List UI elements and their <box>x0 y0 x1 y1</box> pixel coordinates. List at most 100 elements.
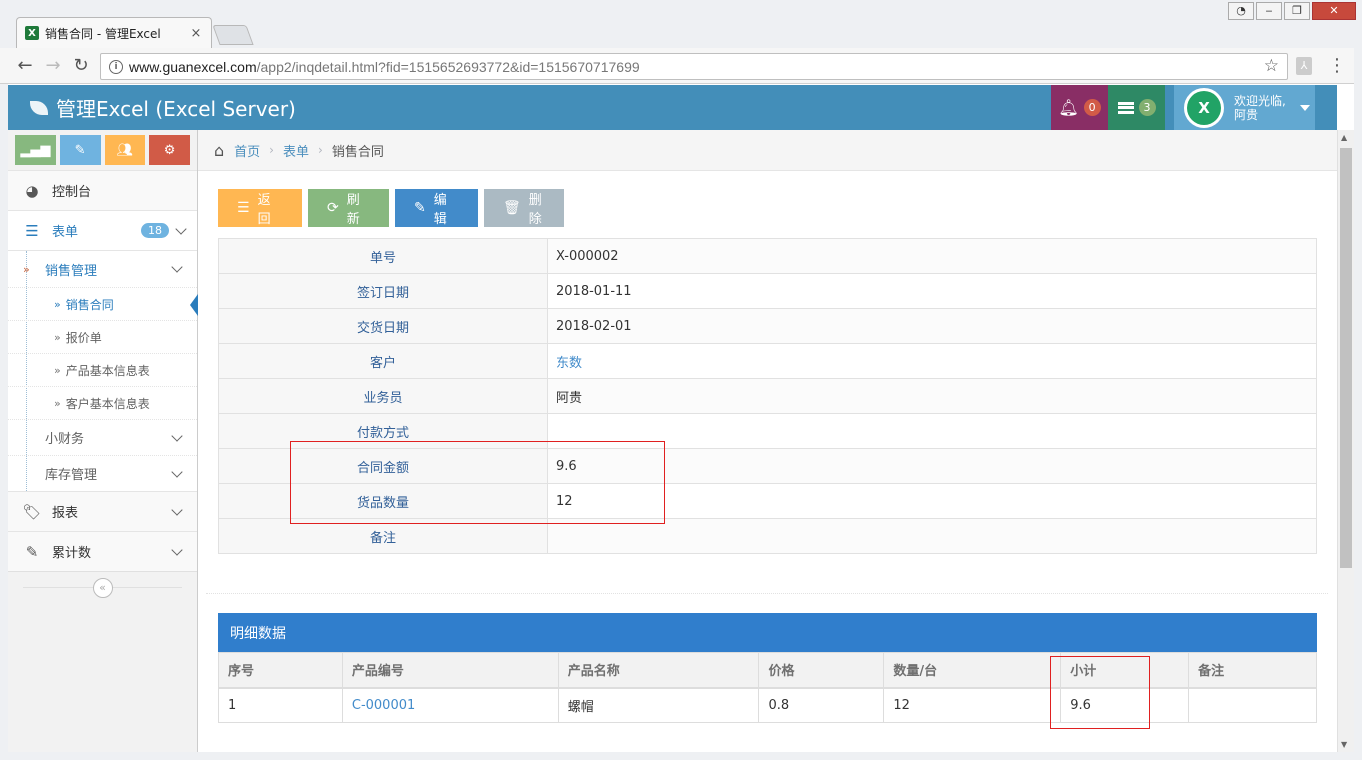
minimize-button[interactable]: ‒ <box>1256 2 1282 20</box>
record-row: 合同金额 9.6 <box>218 448 1317 484</box>
shortcut-users-button[interactable]: 👥︎ <box>104 135 146 165</box>
column-header: 价格 <box>758 652 885 689</box>
record-row: 付款方式 <box>218 413 1317 449</box>
leaf-icon <box>30 100 48 115</box>
brand-logo[interactable]: 管理Excel (Excel Server) <box>30 85 296 130</box>
scroll-up-icon[interactable]: ▲ <box>1341 133 1347 142</box>
refresh-button[interactable]: ⟳ 刷新 <box>308 189 389 227</box>
record-label: 签订日期 <box>218 273 548 309</box>
tasks-button[interactable]: 3 <box>1108 85 1165 130</box>
detail-widget: 明细数据 序号 产品编号 产品名称 价格 数量/台 小计 备注 1 C-000001 螺帽 0.8… <box>218 613 1317 723</box>
url-host: www.guanexcel.com <box>129 58 257 75</box>
maximize-button[interactable]: ❐ <box>1284 2 1310 20</box>
sidebar-item-label: 销售管理 <box>45 263 98 279</box>
home-icon: ⌂ <box>214 140 225 160</box>
notifications-button[interactable]: 🔔︎ 0 <box>1051 85 1108 130</box>
scroll-down-icon[interactable]: ▼ <box>1341 740 1347 749</box>
user-menu[interactable]: X 欢迎光临, 阿贵 <box>1174 85 1315 130</box>
record-value: 2018-01-11 <box>547 273 1317 309</box>
back-arrow-icon[interactable]: ← <box>14 55 36 77</box>
table-cell: 9.6 <box>1060 687 1190 723</box>
info-icon[interactable]: i <box>109 59 123 74</box>
table-cell[interactable]: C-000001 <box>341 687 559 723</box>
sidebar-item-dashboard[interactable]: ◕ 控制台 <box>8 170 197 210</box>
edit-icon: ✎ <box>414 200 426 216</box>
sidebar-item-label: 销售合同 <box>65 297 114 312</box>
user-profile-button[interactable]: ◔ <box>1228 2 1254 20</box>
record-row: 交货日期 2018-02-01 <box>218 308 1317 344</box>
table-cell: 1 <box>218 687 343 723</box>
shortcut-cogs-button[interactable]: ⚙ <box>149 135 190 165</box>
record-label: 客户 <box>218 343 548 379</box>
breadcrumb-home-link[interactable]: 首页 <box>234 141 260 160</box>
close-tab-icon[interactable]: × <box>189 26 203 41</box>
excel-favicon-icon: X <box>25 26 39 40</box>
edit-icon: ✎ <box>25 542 39 561</box>
list-icon: ☰ <box>25 221 39 240</box>
double-right-icon: » <box>54 363 61 377</box>
url-input[interactable]: i www.guanexcel.com/app2/inqdetail.html?… <box>100 53 1288 80</box>
sidebar-item-inventory[interactable]: 库存管理 <box>8 455 197 491</box>
record-value: 2018-02-01 <box>547 308 1317 344</box>
shortcut-signal-button[interactable]: ▂▄▆ <box>15 135 56 165</box>
detail-title: 明细数据 <box>218 613 1317 652</box>
double-right-icon: » <box>54 396 61 410</box>
divider <box>206 593 1328 594</box>
shortcut-pencil-button[interactable]: ✎ <box>59 135 101 165</box>
tasks-badge: 3 <box>1138 99 1156 116</box>
new-tab-button[interactable] <box>212 25 254 45</box>
sidebar-item-label: 产品基本信息表 <box>65 363 150 378</box>
close-window-button[interactable]: ✕ <box>1312 2 1356 20</box>
sidebar-item-quotation[interactable]: » 报价单 <box>8 320 197 353</box>
breadcrumb-forms-link[interactable]: 表单 <box>283 141 309 160</box>
edit-button[interactable]: ✎ 编辑 <box>395 189 478 227</box>
record-row: 客户 东数 <box>218 343 1317 379</box>
chevron-down-icon <box>171 543 183 556</box>
back-button[interactable]: ☰ 返回 <box>218 189 302 227</box>
breadcrumb: ⌂ 首页 › 表单 › 销售合同 <box>198 130 1337 171</box>
page-scrollbar[interactable]: ▲ ▼ <box>1337 130 1354 752</box>
sales-submenu: » 销售合同 » 报价单 » 产品基本信息表 » 客户基本信息表 <box>8 287 198 419</box>
table-cell <box>1188 687 1317 723</box>
excel-avatar-icon: X <box>1187 90 1221 125</box>
sidebar-item-label: 客户基本信息表 <box>65 396 150 411</box>
sidebar-item-product-info[interactable]: » 产品基本信息表 <box>8 353 197 386</box>
record-label: 货品数量 <box>218 483 548 519</box>
browser-menu-icon[interactable]: ⋮ <box>1328 55 1346 77</box>
bookmark-star-icon[interactable]: ☆ <box>1264 56 1279 76</box>
trash-icon: 🗑︎ <box>503 200 521 216</box>
sidebar: ▂▄▆ ✎ 👥︎ ⚙ ◕ 控制台 ☰ 表单 18 » 销售管理 » 销售合同 »… <box>8 130 198 752</box>
chevron-down-icon <box>175 222 187 235</box>
sidebar-item-sales-management[interactable]: » 销售管理 <box>8 251 197 287</box>
main-content: ⌂ 首页 › 表单 › 销售合同 ☰ 返回 ⟳ 刷新 ✎ 编辑 🗑︎ 删除 单号 X-00… <box>198 130 1337 752</box>
forms-count-badge: 18 <box>141 223 169 238</box>
double-right-icon: » <box>54 297 61 311</box>
sidebar-item-customer-info[interactable]: » 客户基本信息表 <box>8 386 197 419</box>
record-value[interactable]: 东数 <box>547 343 1317 379</box>
dashboard-icon: ◕ <box>25 181 39 200</box>
window-border <box>0 84 8 760</box>
browser-tab[interactable]: X 销售合同 - 管理Excel × <box>16 17 212 48</box>
reload-icon[interactable]: ↻ <box>70 55 92 77</box>
chevron-down-icon <box>171 465 183 478</box>
window-border <box>0 752 1362 760</box>
sidebar-item-label: 表单 <box>52 225 79 240</box>
scroll-thumb[interactable] <box>1340 148 1352 568</box>
record-value: 12 <box>547 483 1317 519</box>
sidebar-item-forms[interactable]: ☰ 表单 18 <box>8 210 197 250</box>
forward-arrow-icon[interactable]: → <box>42 55 64 77</box>
sidebar-item-sales-contract[interactable]: » 销售合同 <box>8 287 198 320</box>
tag-icon: 🏷︎ <box>22 502 42 521</box>
chevron-down-icon <box>171 429 183 442</box>
sidebar-item-small-finance[interactable]: 小财务 <box>8 419 197 455</box>
window-controls: ◔ ‒ ❐ ✕ <box>1228 2 1356 20</box>
caret-down-icon <box>1299 104 1310 111</box>
sidebar-item-reports[interactable]: 🏷︎ 报表 <box>8 491 197 531</box>
sidebar-item-cumulative[interactable]: ✎ 累计数 <box>8 531 197 571</box>
double-right-icon: » <box>23 262 30 276</box>
toolbar: ☰ 返回 ⟳ 刷新 ✎ 编辑 🗑︎ 删除 <box>218 189 564 227</box>
delete-button[interactable]: 🗑︎ 删除 <box>484 189 564 227</box>
pdf-extension-icon[interactable]: ⅄ <box>1296 57 1312 75</box>
column-header: 数量/台 <box>883 652 1062 689</box>
double-left-icon[interactable]: « <box>92 577 113 598</box>
